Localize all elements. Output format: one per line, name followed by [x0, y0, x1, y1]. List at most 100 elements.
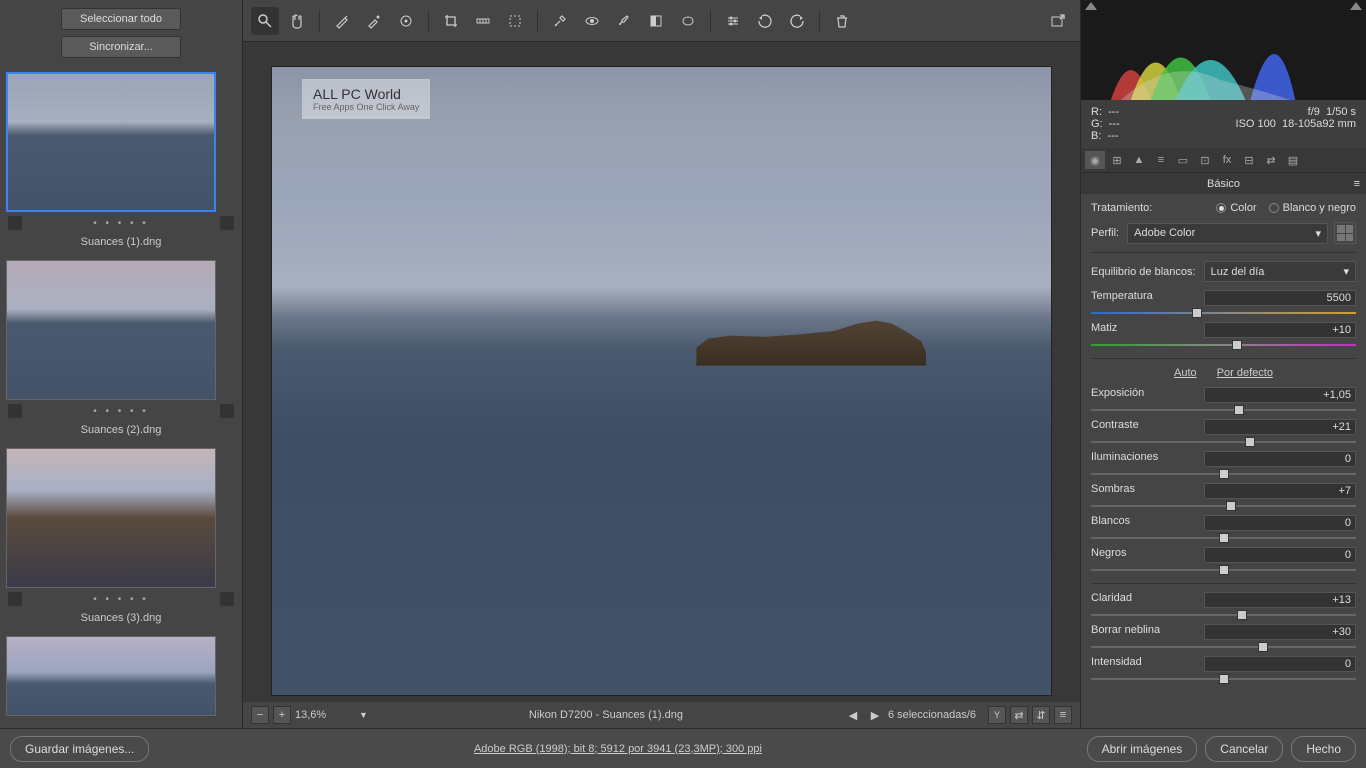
clarity-slider[interactable]: Claridad [1091, 592, 1356, 620]
delete-icon[interactable] [828, 7, 856, 35]
settings-icon [220, 404, 234, 418]
open-images-button[interactable]: Abrir imágenes [1087, 736, 1198, 762]
zoom-out-button[interactable]: − [251, 706, 269, 724]
toolbar [243, 0, 1080, 42]
crop-tool[interactable] [437, 7, 465, 35]
contrast-slider[interactable]: Contraste [1091, 419, 1356, 447]
exif-panel: R:--- G:--- B:--- f/9 1/50 s ISO 100 18-… [1081, 100, 1366, 148]
default-link[interactable]: Por defecto [1217, 367, 1273, 379]
panel-menu-icon[interactable]: ≡ [1354, 178, 1360, 190]
preferences-icon[interactable] [719, 7, 747, 35]
vibrance-input[interactable] [1204, 656, 1356, 672]
highlights-slider[interactable]: Iluminaciones [1091, 451, 1356, 479]
tab-split[interactable]: ▭ [1173, 151, 1193, 169]
profile-label: Perfil: [1091, 227, 1119, 239]
tab-basic[interactable]: ◉ [1085, 151, 1105, 169]
shadow-clip-icon[interactable] [1085, 2, 1097, 10]
open-object-icon[interactable] [1044, 7, 1072, 35]
tint-input[interactable] [1204, 322, 1356, 338]
straighten-tool[interactable] [469, 7, 497, 35]
cancel-button[interactable]: Cancelar [1205, 736, 1283, 762]
tab-detail[interactable]: ▲ [1129, 151, 1149, 169]
thumbnail-item[interactable] [6, 636, 236, 716]
tab-fx[interactable]: fx [1217, 151, 1237, 169]
contrast-input[interactable] [1204, 419, 1356, 435]
whites-input[interactable] [1204, 515, 1356, 531]
thumbnail-list[interactable]: • • • • • Suances (1).dng • • • • • Suan… [0, 66, 242, 728]
shadows-slider[interactable]: Sombras [1091, 483, 1356, 511]
rotate-cw-icon[interactable] [783, 7, 811, 35]
profile-browser-button[interactable] [1334, 222, 1356, 244]
settings-icon [220, 592, 234, 606]
save-images-button[interactable]: Guardar imágenes... [10, 736, 149, 762]
next-image-button[interactable]: ▶ [866, 706, 884, 724]
view-mode-icon[interactable]: ≡ [1054, 706, 1072, 724]
zoom-in-button[interactable]: + [273, 706, 291, 724]
shadows-input[interactable] [1204, 483, 1356, 499]
transform-tool[interactable] [501, 7, 529, 35]
highlights-input[interactable] [1204, 451, 1356, 467]
red-eye-tool[interactable] [578, 7, 606, 35]
wb-select[interactable]: Luz del día▾ [1204, 261, 1356, 282]
blacks-slider[interactable]: Negros [1091, 547, 1356, 575]
settings-icon [220, 216, 234, 230]
color-sampler-tool[interactable] [360, 7, 388, 35]
image-view[interactable]: ALL PC World Free Apps One Click Away [271, 66, 1052, 696]
thumbnail-item[interactable]: • • • • • Suances (2).dng [6, 260, 236, 438]
panel-tabs: ◉ ⊞ ▲ ≡ ▭ ⊡ fx ⊟ ⇄ ▤ [1081, 148, 1366, 172]
temperature-slider[interactable]: Temperatura [1091, 290, 1356, 318]
brush-tool[interactable] [610, 7, 638, 35]
filmstrip-panel: Seleccionar todo Sincronizar... • • • • … [0, 0, 243, 728]
tab-hsl[interactable]: ≡ [1151, 151, 1171, 169]
white-balance-tool[interactable] [328, 7, 356, 35]
auto-link[interactable]: Auto [1174, 367, 1197, 379]
thumbnail-label: Suances (2).dng [6, 422, 236, 438]
target-adjust-tool[interactable] [392, 7, 420, 35]
footer: Guardar imágenes... Adobe RGB (1998); bi… [0, 728, 1366, 768]
zoom-level[interactable]: 13,6% [295, 709, 355, 721]
sync-button[interactable]: Sincronizar... [61, 36, 181, 58]
histogram[interactable] [1081, 0, 1366, 100]
exposure-slider[interactable]: Exposición [1091, 387, 1356, 415]
treatment-label: Tratamiento: [1091, 202, 1152, 214]
watermark: ALL PC World Free Apps One Click Away [302, 79, 430, 119]
highlight-clip-icon[interactable]: Y [988, 706, 1006, 724]
clarity-input[interactable] [1204, 592, 1356, 608]
whites-slider[interactable]: Blancos [1091, 515, 1356, 543]
temperature-input[interactable] [1204, 290, 1356, 306]
tint-slider[interactable]: Matiz [1091, 322, 1356, 350]
before-after-icon[interactable]: ⇄ [1010, 706, 1028, 724]
spot-removal-tool[interactable] [546, 7, 574, 35]
tab-snap[interactable]: ▤ [1283, 151, 1303, 169]
prev-image-button[interactable]: ◀ [844, 706, 862, 724]
workflow-link[interactable]: Adobe RGB (1998); bit 8; 5912 por 3941 (… [149, 743, 1086, 755]
dehaze-input[interactable] [1204, 624, 1356, 640]
radial-tool[interactable] [674, 7, 702, 35]
status-bar: − + 13,6% ▼ Nikon D7200 - Suances (1).dn… [243, 702, 1080, 728]
thumbnail-item[interactable]: • • • • • Suances (3).dng [6, 448, 236, 626]
rotate-ccw-icon[interactable] [751, 7, 779, 35]
vibrance-slider[interactable]: Intensidad [1091, 656, 1356, 684]
selection-count: 6 seleccionadas/6 [888, 709, 976, 721]
tab-presets[interactable]: ⇄ [1261, 151, 1281, 169]
treatment-color-radio[interactable]: Color [1216, 202, 1256, 214]
tab-lens[interactable]: ⊡ [1195, 151, 1215, 169]
thumbnail-item[interactable]: • • • • • Suances (1).dng [6, 72, 236, 250]
done-button[interactable]: Hecho [1291, 736, 1356, 762]
canvas[interactable]: ALL PC World Free Apps One Click Away [243, 42, 1080, 702]
crop-icon [8, 592, 22, 606]
select-all-button[interactable]: Seleccionar todo [61, 8, 181, 30]
dehaze-slider[interactable]: Borrar neblina [1091, 624, 1356, 652]
tab-curve[interactable]: ⊞ [1107, 151, 1127, 169]
gradient-tool[interactable] [642, 7, 670, 35]
exposure-input[interactable] [1204, 387, 1356, 403]
hand-tool[interactable] [283, 7, 311, 35]
tab-calib[interactable]: ⊟ [1239, 151, 1259, 169]
treatment-bw-radio[interactable]: Blanco y negro [1269, 202, 1356, 214]
swap-icon[interactable]: ⇵ [1032, 706, 1050, 724]
highlight-clip-icon[interactable] [1350, 2, 1362, 10]
zoom-tool[interactable] [251, 7, 279, 35]
profile-select[interactable]: Adobe Color▾ [1127, 223, 1328, 244]
thumbnail-label: Suances (1).dng [6, 234, 236, 250]
blacks-input[interactable] [1204, 547, 1356, 563]
